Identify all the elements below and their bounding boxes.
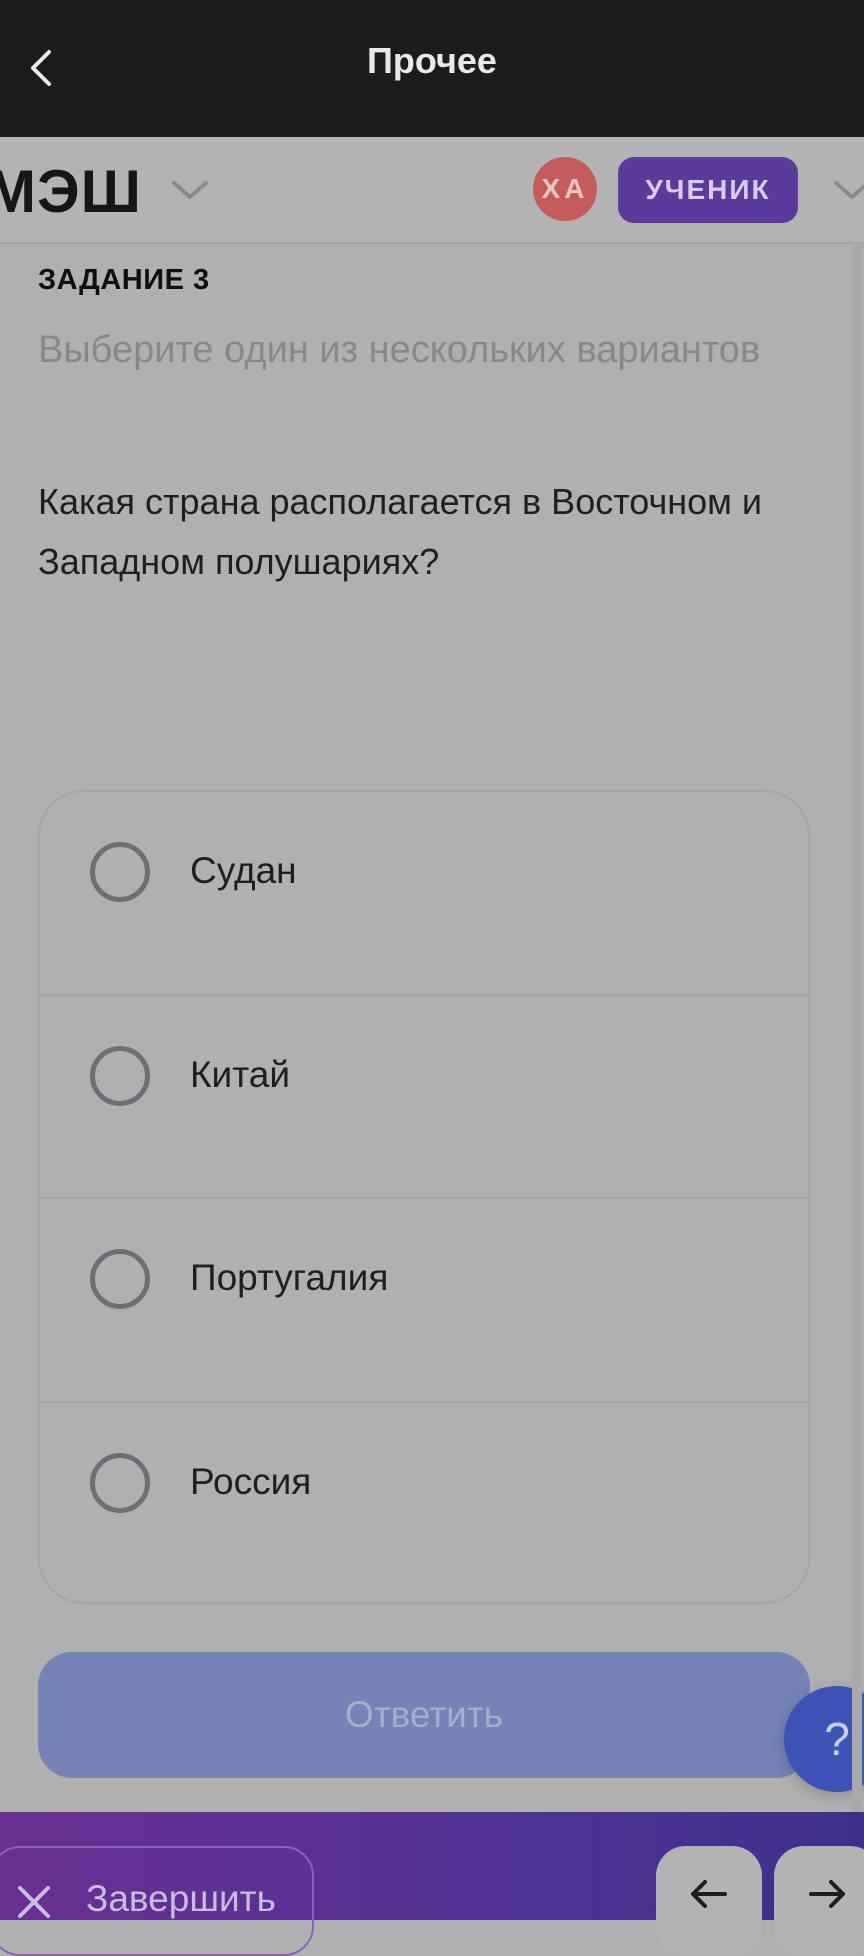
option-label: Португалия	[190, 1257, 389, 1298]
option-label: Китай	[190, 1053, 290, 1095]
avatar[interactable]: ХА	[533, 157, 597, 221]
answer-option[interactable]: Португалия	[40, 1199, 808, 1403]
radio-button[interactable]	[90, 1045, 150, 1106]
question-text: Какая страна располагается в Восточном и…	[38, 481, 763, 582]
bottom-bar: Завершить	[0, 1812, 864, 1956]
previous-task-button[interactable]	[656, 1846, 762, 1956]
finish-button[interactable]: Завершить	[0, 1846, 314, 1956]
arrow-left-icon	[691, 1880, 727, 1908]
finish-label: Завершить	[86, 1878, 276, 1919]
chevron-down-icon[interactable]	[832, 177, 864, 203]
answer-option[interactable]: Судан	[40, 792, 808, 996]
app-logo: МЭШ	[0, 158, 142, 225]
arrow-right-icon	[809, 1880, 845, 1908]
next-task-button[interactable]	[774, 1846, 864, 1956]
submit-button[interactable]: Ответить	[38, 1652, 810, 1778]
page-title: Прочее	[367, 40, 497, 81]
radio-button[interactable]	[90, 1249, 150, 1309]
app-header: МЭШ ХА УЧЕНИК	[0, 137, 864, 244]
option-label: Судан	[190, 850, 297, 891]
answer-option[interactable]: Россия	[40, 1403, 808, 1603]
option-label: Россия	[190, 1460, 312, 1502]
answer-options: Судан Китай Португалия Россия	[38, 790, 810, 1604]
answer-option[interactable]: Китай	[40, 996, 808, 1199]
scrollbar[interactable]	[852, 242, 862, 1812]
task-instruction: Выберите один из нескольких вариантов	[38, 329, 761, 371]
task-number: ЗАДАНИЕ 3	[38, 264, 210, 296]
close-icon	[18, 1886, 50, 1918]
chevron-down-icon[interactable]	[170, 177, 210, 203]
role-badge[interactable]: УЧЕНИК	[618, 157, 798, 223]
radio-button[interactable]	[90, 842, 150, 902]
radio-button[interactable]	[90, 1452, 150, 1513]
top-bar: Прочее	[0, 0, 864, 137]
